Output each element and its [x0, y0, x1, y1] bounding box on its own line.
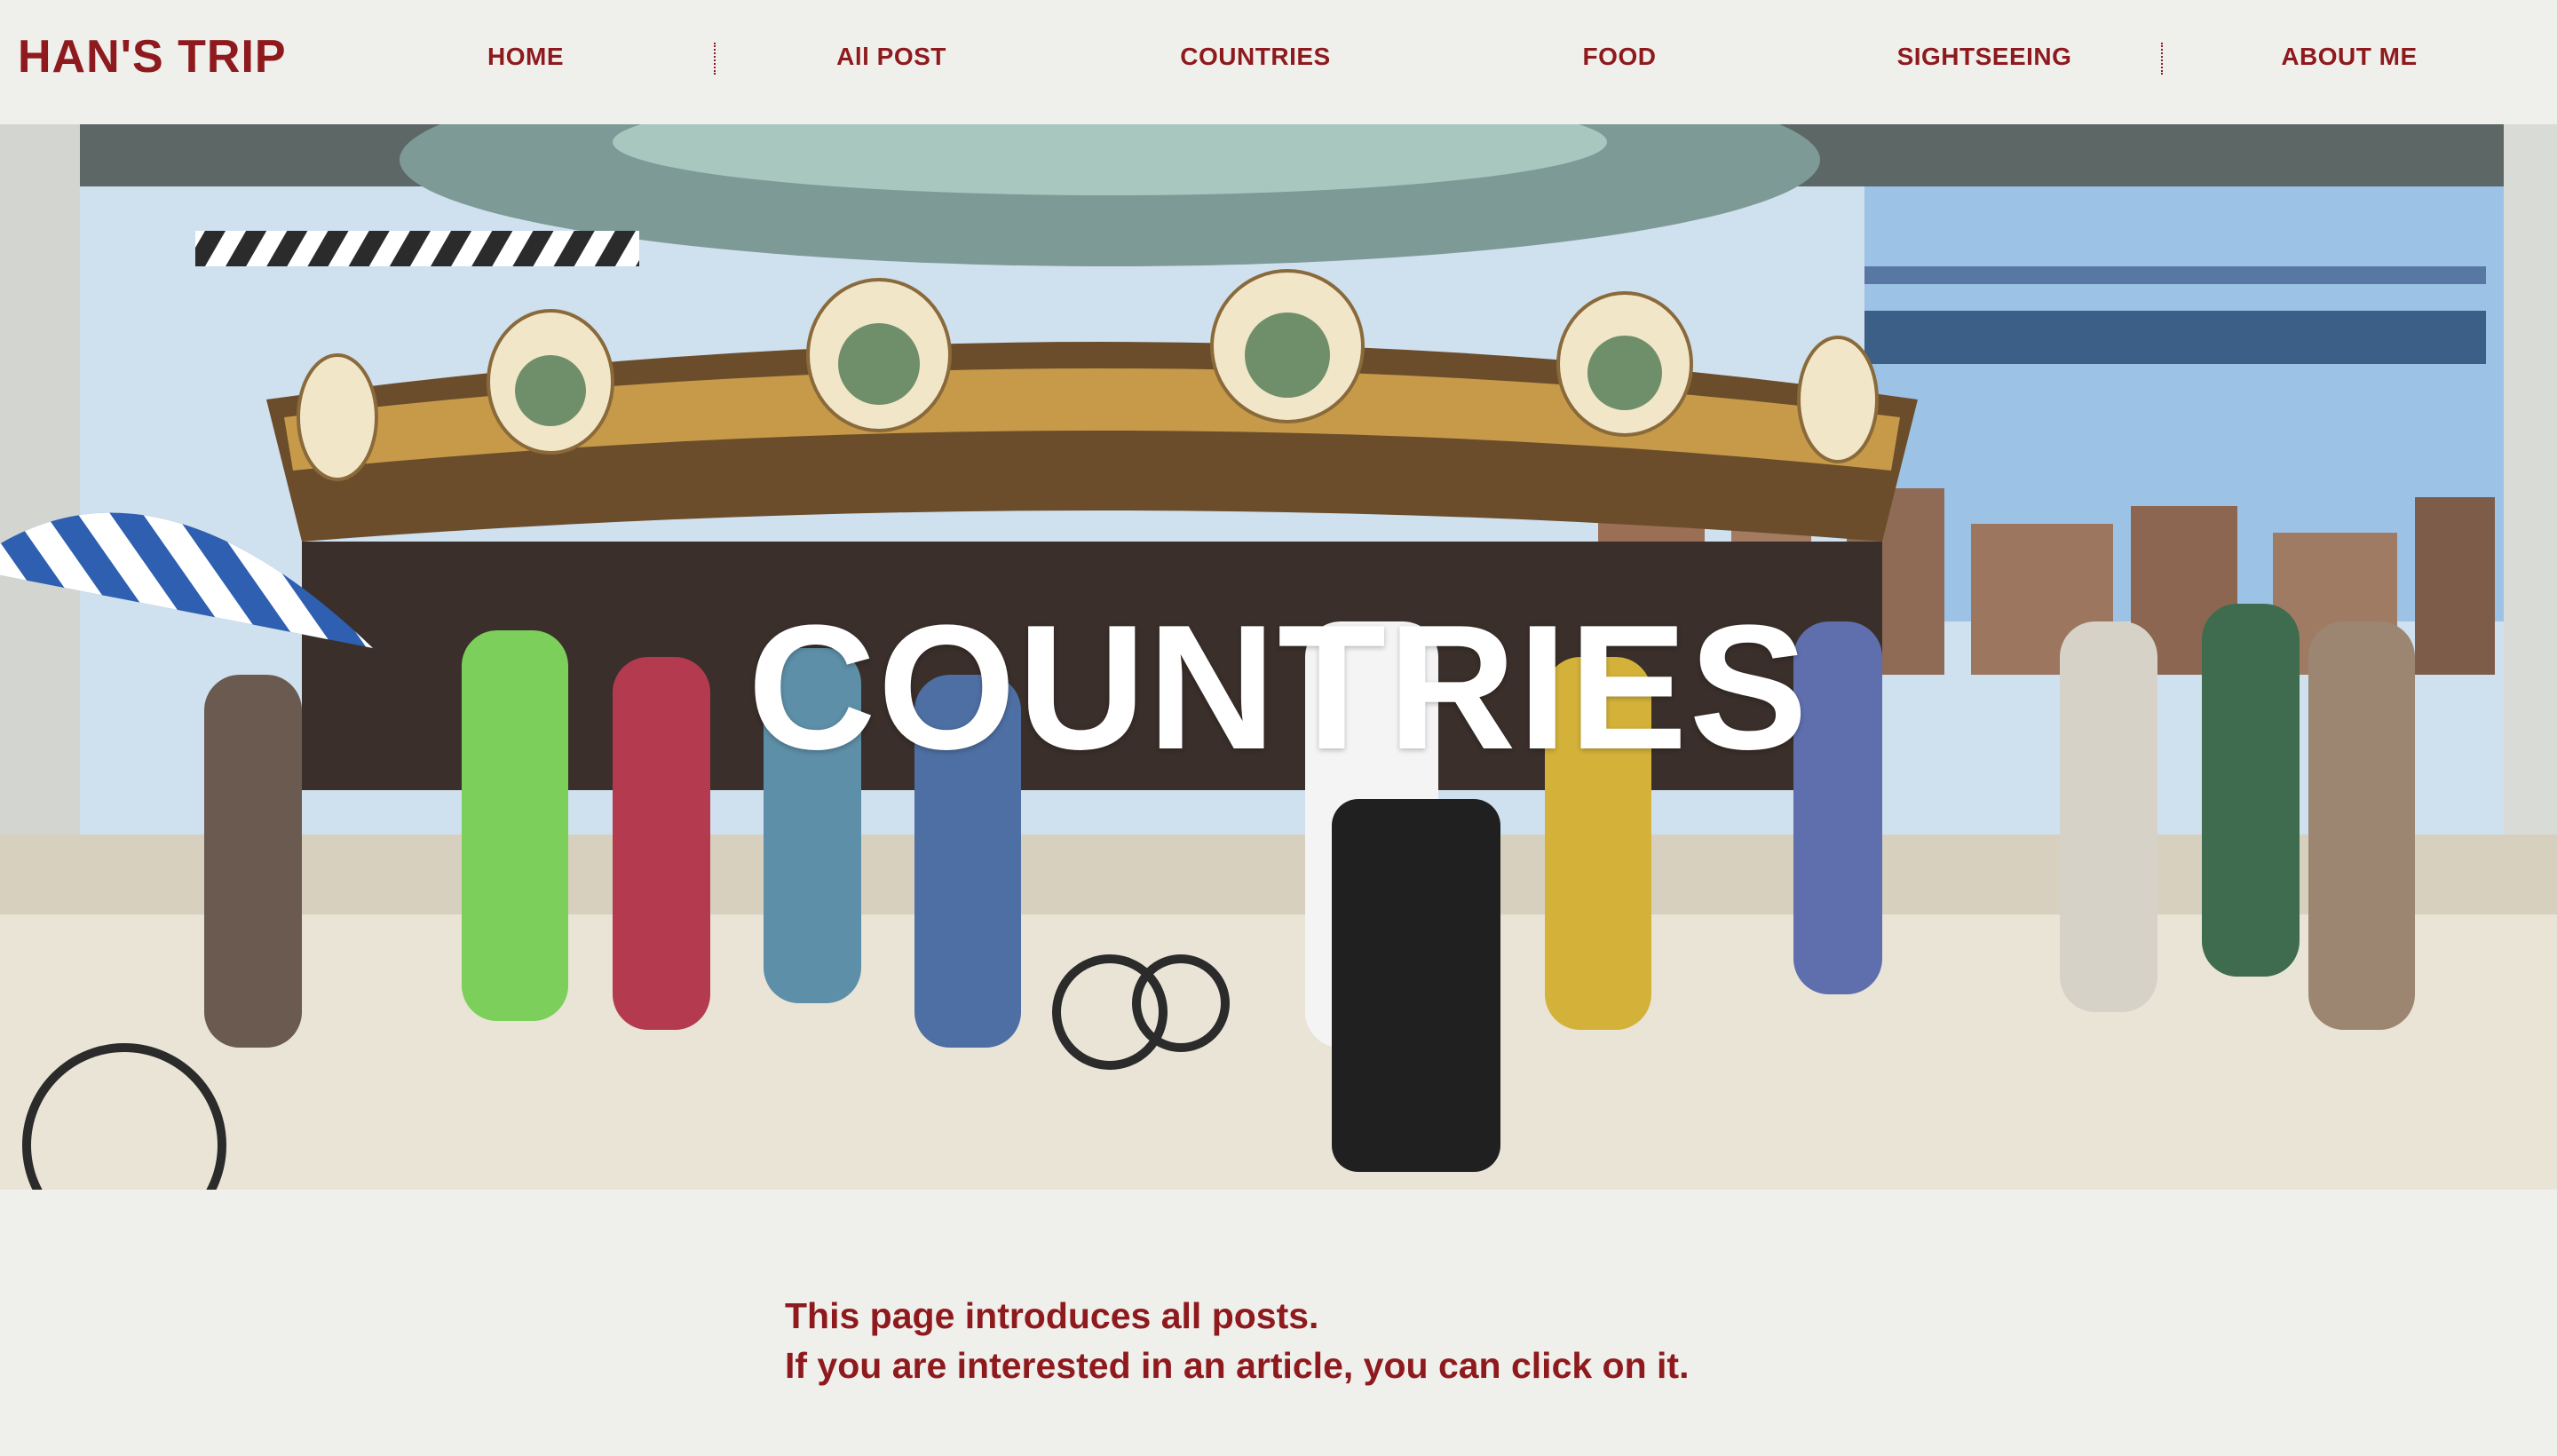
nav-countries-link[interactable]: COUNTRIES — [1180, 43, 1330, 71]
nav-separator — [714, 43, 716, 75]
hero-title: COUNTRIES — [748, 589, 1809, 787]
nav-separator — [2161, 43, 2163, 75]
intro-line-2: If you are interested in an article, you… — [785, 1345, 1690, 1386]
top-navigation-bar: HAN'S TRIP HOME All POST COUNTRIES FOOD … — [0, 0, 2557, 124]
intro-text: This page introduces all posts. If you a… — [785, 1291, 1815, 1390]
nav-food-link[interactable]: FOOD — [1583, 43, 1657, 71]
nav-sightseeing-link[interactable]: SIGHTSEEING — [1897, 43, 2072, 71]
intro-line-1: This page introduces all posts. — [785, 1295, 1319, 1336]
hero-banner: COUNTRIES — [0, 124, 2557, 1190]
site-logo-link[interactable]: HAN'S TRIP — [18, 30, 287, 83]
nav-all-post-link[interactable]: All POST — [836, 43, 946, 71]
nav-about-me-link[interactable]: ABOUT ME — [2281, 43, 2417, 71]
nav-home-link[interactable]: HOME — [487, 43, 564, 71]
